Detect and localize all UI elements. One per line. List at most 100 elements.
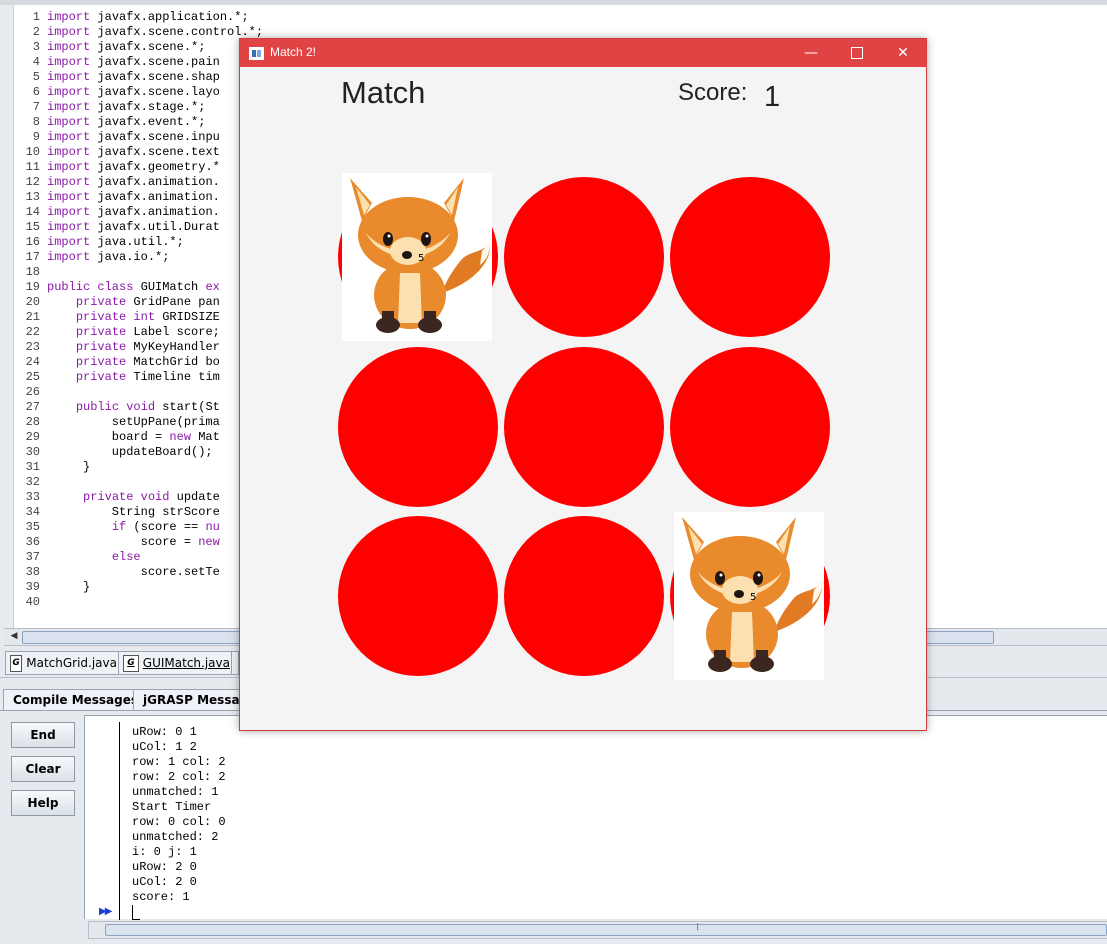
line-number: 18 xyxy=(25,265,40,279)
window-titlebar[interactable]: Match 2! — ✕ xyxy=(240,39,926,67)
code-line: 12 import javafx.animation. xyxy=(14,175,263,190)
line-text: import javafx.scene.shap xyxy=(47,70,220,84)
line-text: import javafx.scene.*; xyxy=(47,40,206,54)
code-line: 7 import javafx.stage.*; xyxy=(14,100,263,115)
tab-compile-messages[interactable]: Compile Messages xyxy=(3,689,149,710)
line-number: 20 xyxy=(25,295,40,309)
line-text: board = new Mat xyxy=(47,430,220,444)
line-number: 26 xyxy=(25,385,40,399)
code-line: 33 private void update xyxy=(14,490,263,505)
line-number: 9 xyxy=(32,130,40,144)
code-line: 36 score = new xyxy=(14,535,263,550)
line-number: 33 xyxy=(25,490,40,504)
line-number: 32 xyxy=(25,475,40,489)
end-button[interactable]: End xyxy=(11,722,75,748)
grid-cell-2-2[interactable]: 5 xyxy=(670,512,830,680)
line-text: private MatchGrid bo xyxy=(75,355,220,369)
scrollbar-thumb[interactable] xyxy=(105,922,1107,936)
line-number: 16 xyxy=(25,235,40,249)
code-line: 38 score.setTe xyxy=(14,565,263,580)
line-number: 13 xyxy=(25,190,40,204)
console-horizontal-scrollbar[interactable] xyxy=(88,921,1107,939)
line-number: 2 xyxy=(32,25,40,39)
code-line: 5 import javafx.scene.shap xyxy=(14,70,263,85)
minimize-button[interactable]: — xyxy=(788,39,834,67)
line-number: 17 xyxy=(25,250,40,264)
line-text: String strScore xyxy=(47,505,220,519)
fox-card-image: 5 xyxy=(674,512,824,680)
maximize-button[interactable] xyxy=(834,39,880,67)
code-line: 26 xyxy=(14,385,263,400)
svg-text:5: 5 xyxy=(750,592,756,603)
line-text: import javafx.scene.pain xyxy=(47,55,220,69)
line-text: import javafx.scene.layo xyxy=(47,85,220,99)
score-label: Score: xyxy=(678,79,748,106)
code-line: 1 import javafx.application.*; xyxy=(14,10,263,25)
code-line: 11 import javafx.geometry.* xyxy=(14,160,263,175)
line-text: private GridPane pan xyxy=(75,295,220,309)
line-number: 5 xyxy=(32,70,40,84)
code-line: 35 if (score == nu xyxy=(14,520,263,535)
code-line: 13 import javafx.animation. xyxy=(14,190,263,205)
line-text: } xyxy=(47,460,91,474)
code-line: 15 import javafx.util.Durat xyxy=(14,220,263,235)
editor-top-strip xyxy=(0,0,1107,5)
code-line: 28 setUpPane(prima xyxy=(14,415,263,430)
code-line: 29 board = new Mat xyxy=(14,430,263,445)
java-file-icon: G xyxy=(123,654,139,672)
tab-matchgrid[interactable]: G MatchGrid.java xyxy=(5,651,122,675)
maximize-icon xyxy=(851,47,863,59)
line-number: 6 xyxy=(32,85,40,99)
card-back xyxy=(504,347,664,507)
window-title: Match 2! xyxy=(270,45,317,59)
help-button[interactable]: Help xyxy=(11,790,75,816)
line-number: 25 xyxy=(25,370,40,384)
line-number: 39 xyxy=(25,580,40,594)
code-text[interactable]: 1 import javafx.application.*; 2 import jav… xyxy=(14,10,263,610)
card-back xyxy=(670,347,830,507)
code-line: 8 import javafx.event.*; xyxy=(14,115,263,130)
grid-cell-2-0[interactable] xyxy=(338,516,498,676)
grid-cell-0-1[interactable] xyxy=(504,177,664,337)
editor-gutter xyxy=(0,5,14,628)
code-line: 2 import javafx.scene.control.*; xyxy=(14,25,263,40)
console-output[interactable]: uRow: 0 1 uCol: 1 2 row: 1 col: 2 row: 2… xyxy=(84,715,1107,920)
card-back xyxy=(338,347,498,507)
run-io-panel: End Clear Help uRow: 0 1 uCol: 1 2 row: … xyxy=(0,712,1107,944)
line-text: score = new xyxy=(47,535,220,549)
line-text: if (score == nu xyxy=(111,520,220,534)
line-number: 10 xyxy=(25,145,40,159)
card-back xyxy=(670,177,830,337)
line-number: 31 xyxy=(25,460,40,474)
tab-label: GUIMatch.java xyxy=(142,656,230,670)
grid-cell-0-0[interactable]: 5 xyxy=(338,173,498,341)
line-number: 30 xyxy=(25,445,40,459)
tab-partial[interactable] xyxy=(231,651,239,675)
clear-button[interactable]: Clear xyxy=(11,756,75,782)
tab-guimatch[interactable]: G GUIMatch.java xyxy=(118,651,235,675)
grid-cell-2-1[interactable] xyxy=(504,516,664,676)
grid-cell-1-2[interactable] xyxy=(670,347,830,507)
line-number: 12 xyxy=(25,175,40,189)
grid-cell-1-0[interactable] xyxy=(338,347,498,507)
close-button[interactable]: ✕ xyxy=(880,39,926,67)
line-text: import java.util.*; xyxy=(47,235,184,249)
card-back xyxy=(504,516,664,676)
line-number: 27 xyxy=(25,400,40,414)
line-number: 40 xyxy=(25,595,40,609)
line-text: import javafx.stage.*; xyxy=(47,100,206,114)
line-text: import javafx.application.*; xyxy=(47,10,249,24)
line-text: private Label score; xyxy=(75,325,220,339)
code-line: 19 public class GUIMatch ex xyxy=(14,280,263,295)
scroll-left-arrow-icon[interactable]: ◀ xyxy=(8,631,20,643)
line-text: import javafx.scene.text xyxy=(47,145,220,159)
line-text: public class GUIMatch ex xyxy=(47,280,220,294)
score-value: 1 xyxy=(764,81,781,113)
code-line: 14 import javafx.animation. xyxy=(14,205,263,220)
line-number: 4 xyxy=(32,55,40,69)
grid-cell-1-1[interactable] xyxy=(504,347,664,507)
line-text: score.setTe xyxy=(47,565,220,579)
java-app-icon xyxy=(249,47,264,60)
line-text: private void update xyxy=(83,490,220,504)
grid-cell-0-2[interactable] xyxy=(670,177,830,337)
